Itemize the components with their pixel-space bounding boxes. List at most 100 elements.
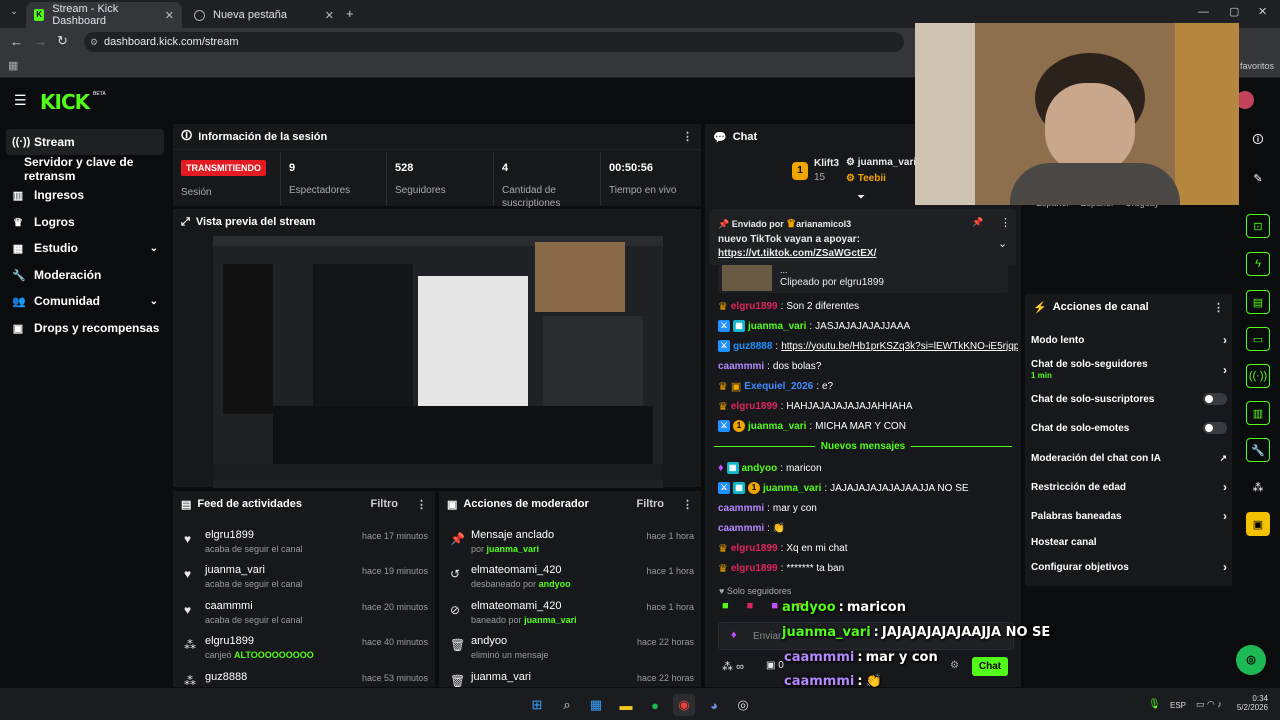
more-options-icon[interactable]: ⋮ xyxy=(416,498,427,511)
camera-icon[interactable]: ⊡ xyxy=(1246,214,1270,238)
unpin-icon[interactable]: 📌 xyxy=(972,217,983,228)
tab-kick-dashboard[interactable]: K Stream - Kick Dashboard ✕ xyxy=(26,2,182,28)
feed-item[interactable]: ♥ elgru1899 acaba de seguir el canal hace 1… xyxy=(180,527,428,561)
chat-username[interactable]: elgru1899 xyxy=(731,401,778,412)
mod-action-item[interactable]: 📌 Mensaje anclado por juanma_vari hace 1 ho… xyxy=(446,527,694,561)
action-followers-only[interactable]: Chat de solo-seguidores 1 min › xyxy=(1031,358,1227,382)
site-info-icon[interactable]: ⚙ xyxy=(90,37,98,48)
collapse-icon[interactable]: ⏷ xyxy=(857,192,865,203)
sidebar-item-server-key[interactable]: Servidor y clave de retransm xyxy=(6,155,174,183)
info-icon[interactable]: 🛈 xyxy=(1246,128,1270,152)
new-tab-button[interactable]: + xyxy=(346,6,354,21)
tab-list-button[interactable]: ⌄ xyxy=(6,6,22,22)
more-options-icon[interactable]: ⋮ xyxy=(682,130,693,143)
microphone-icon[interactable]: 🎙 xyxy=(1148,699,1161,710)
action-host-channel[interactable]: Hostear canal xyxy=(1031,532,1227,552)
wrench-icon[interactable]: 🔧 xyxy=(1246,438,1270,462)
apps-icon[interactable]: ▦ xyxy=(8,59,18,72)
chat-message[interactable]: ⚔ guz8888: https://youtu.be/Hb1prKSZq3k?si… xyxy=(718,337,1018,355)
action-banned-words[interactable]: Palabras baneadas › xyxy=(1031,506,1227,526)
pinned-message[interactable]: 📌 Enviado por ♛arianamicol3 nuevo TikTok… xyxy=(710,209,1016,265)
chat-icon[interactable]: ▭ xyxy=(1246,327,1270,351)
maximize-icon[interactable]: ▢ xyxy=(1229,5,1239,18)
chat-message[interactable]: ⚔ 1 juanma_vari: MICHA MAR Y CON xyxy=(718,417,1018,435)
hamburger-menu-icon[interactable]: ☰ xyxy=(14,92,27,109)
reload-icon[interactable]: ↻ xyxy=(57,33,68,49)
sidebar-item-moderacion[interactable]: 🔧 Moderación xyxy=(6,262,164,288)
chat-message[interactable]: caammmi: mar y con xyxy=(718,499,1018,517)
document-icon[interactable]: ▤ xyxy=(1246,290,1270,314)
obs-icon[interactable]: ◎ xyxy=(732,694,754,716)
layers-icon[interactable]: ▥ xyxy=(1246,401,1270,425)
chat-message[interactable]: ♦ ▦ andyoo: maricon xyxy=(718,459,1018,477)
more-options-icon[interactable]: ⋮ xyxy=(1000,216,1011,229)
chevron-down-icon[interactable]: ⌄ xyxy=(998,237,1007,250)
emote-icon[interactable]: ■ xyxy=(747,600,754,616)
mod-action-item[interactable]: ↺ elmateomami_420 desbaneado por andyoo hac… xyxy=(446,562,694,596)
sidebar-item-drops[interactable]: ▣ Drops y recompensas xyxy=(6,315,164,341)
close-tab-icon[interactable]: ✕ xyxy=(165,9,174,22)
action-subscribers-only[interactable]: Chat de solo-suscriptores xyxy=(1031,389,1227,409)
tab-new-tab[interactable]: Nueva pestaña ✕ xyxy=(186,2,342,28)
chat-message[interactable]: ⚔ ▦ juanma_vari: JASJAJAJAJAJJAAA xyxy=(718,317,1018,335)
bolt-icon[interactable]: ϟ xyxy=(1246,252,1270,276)
forward-icon[interactable]: → xyxy=(34,34,47,49)
chat-username[interactable]: elgru1899 xyxy=(731,563,778,574)
action-ai-moderation[interactable]: Moderación del chat con IA ↗ xyxy=(1031,448,1227,468)
kick-logo[interactable]: KICK xyxy=(40,90,90,114)
chat-message[interactable]: caammmi: dos bolas? xyxy=(718,357,1018,375)
action-goals[interactable]: Configurar objetivos › xyxy=(1031,557,1227,577)
chat-message[interactable]: ♛ elgru1899: ******* ta ban xyxy=(718,559,1018,577)
chat-message[interactable]: ⚔ ▦ 1 juanma_vari: JAJAJAJAJAJAJAAJJA NO SE xyxy=(718,479,1018,497)
spotify-icon[interactable]: ● xyxy=(644,694,666,716)
sidebar-item-estudio[interactable]: ▦ Estudio ⌄ xyxy=(6,235,164,261)
action-slow-mode[interactable]: Modo lento › xyxy=(1031,330,1227,350)
system-tray-icons[interactable]: ▭ ◠ ♪ xyxy=(1196,699,1222,710)
search-icon[interactable]: ⌕ xyxy=(556,694,578,716)
windows-start-icon[interactable]: ⊞ xyxy=(526,694,548,716)
chat-link[interactable]: https://youtu.be/Hb1prKSZq3k?si=lEWTkKNO… xyxy=(781,341,1018,352)
emote-icon[interactable]: ■ xyxy=(771,600,778,616)
subscribers-only-toggle[interactable] xyxy=(1203,393,1227,405)
feed-item[interactable]: ♥ juanma_vari acaba de seguir el canal hace… xyxy=(180,562,428,596)
infinity-points[interactable]: ⁂ ∞ xyxy=(722,660,744,673)
sidebar-item-stream[interactable]: ((·)) Stream xyxy=(6,129,164,155)
mod-filter-button[interactable]: Filtro xyxy=(637,498,665,510)
back-icon[interactable]: ← xyxy=(10,34,23,49)
action-emotes-only[interactable]: Chat de solo-emotes xyxy=(1031,418,1227,438)
chat-username[interactable]: caammmi xyxy=(718,361,764,372)
url-field[interactable]: ⚙ dashboard.kick.com/stream xyxy=(84,32,904,52)
sidebar-item-logros[interactable]: ♛ Logros xyxy=(6,209,164,235)
mod-action-item[interactable]: ⊘ elmateomami_420 baneado por juanma_vari h… xyxy=(446,598,694,632)
top-gifter[interactable]: 1 Klift3 15 xyxy=(792,158,842,186)
help-button[interactable]: ◎ xyxy=(1236,645,1266,675)
more-options-icon[interactable]: ⋮ xyxy=(682,498,693,511)
store-icon[interactable]: ▦ xyxy=(585,694,607,716)
bookmarks-folder-label[interactable]: favoritos xyxy=(1240,61,1274,71)
feed-item[interactable]: ⁂ guz8888 hace 53 minutos xyxy=(180,669,428,687)
top-user[interactable]: ⚙ juanma_vari xyxy=(846,157,916,168)
minimize-icon[interactable]: — xyxy=(1198,6,1209,18)
gift-icon[interactable]: ▣ xyxy=(1246,512,1270,536)
feed-filter-button[interactable]: Filtro xyxy=(371,498,399,510)
chrome-icon[interactable]: ◉ xyxy=(673,694,695,716)
mod-action-item[interactable]: 🗑 juanma_vari hace 22 horas xyxy=(446,669,694,687)
chat-username[interactable]: Exequiel_2026 xyxy=(744,381,813,392)
emotes-only-toggle[interactable] xyxy=(1203,422,1227,434)
input-language[interactable]: ESP xyxy=(1170,701,1186,710)
mod-action-item[interactable]: 🗑 andyoo eliminó un mensaje hace 22 horas xyxy=(446,633,694,667)
pinned-link[interactable]: https://vt.tiktok.com/ZSaWGctEX/ xyxy=(718,248,876,259)
feed-item[interactable]: ♥ caammmi acaba de seguir el canal hace 20 … xyxy=(180,598,428,632)
emote-icon[interactable]: ■ xyxy=(722,600,729,616)
chat-username[interactable]: caammmi xyxy=(718,523,764,534)
close-window-icon[interactable]: ✕ xyxy=(1258,5,1267,18)
clip-preview[interactable]: ... Clipeado por elgru1899 xyxy=(718,265,1008,293)
gift-counter[interactable]: ▣ 0 xyxy=(766,660,784,671)
feed-item[interactable]: ⁂ elgru1899 canjeó ALTOOOOOOOOO hace 40 min… xyxy=(180,633,428,667)
chat-settings-icon[interactable]: ⚙ xyxy=(950,660,959,671)
reward-icon[interactable]: ⁂ xyxy=(1246,475,1270,499)
discord-icon[interactable]: ◕ xyxy=(703,694,725,716)
folder-icon[interactable]: ▬ xyxy=(615,694,637,716)
taskbar-clock[interactable]: 0:34 5/2/2026 xyxy=(1236,694,1268,712)
chat-username[interactable]: elgru1899 xyxy=(731,543,778,554)
